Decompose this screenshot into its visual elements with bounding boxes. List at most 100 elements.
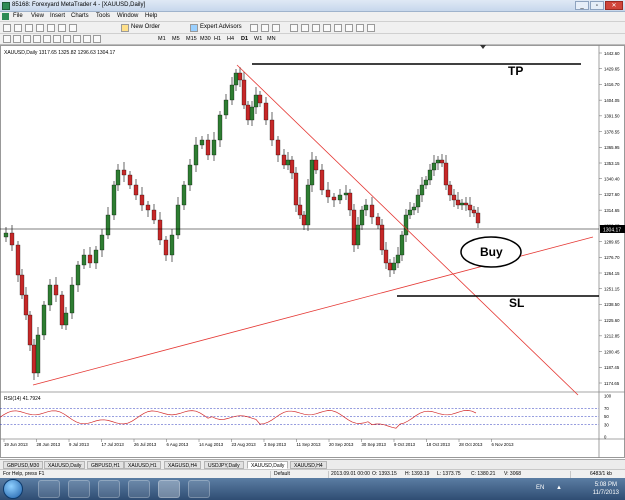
new-chart-icon[interactable] [3,24,11,32]
zoom-in-icon[interactable] [290,24,298,32]
tp-label: TP [508,64,523,78]
zoom-out-icon[interactable] [301,24,309,32]
explorer-icon[interactable] [68,480,90,498]
candle [289,159,295,174]
menu-insert[interactable]: Insert [50,13,65,19]
timeframe-m30[interactable]: M30 [200,36,211,42]
maximize-button[interactable]: ▫ [590,1,604,10]
menu-help[interactable]: Help [145,13,157,19]
status-open: O: 1393.15 [372,471,397,477]
app-icon-6[interactable] [188,480,210,498]
standard-toolbar: New Order Expert Advisors [0,22,625,34]
label-tool-icon[interactable] [83,35,91,43]
strategy-tester-icon[interactable] [69,24,77,32]
indicators-icon[interactable] [345,24,353,32]
timeframe-w1[interactable]: W1 [254,36,262,42]
tile-windows-icon[interactable] [312,24,320,32]
market-watch-icon[interactable] [25,24,33,32]
timeframe-d1[interactable]: D1 [241,36,248,42]
candle [347,192,353,211]
periods-icon[interactable] [356,24,364,32]
clock-time: 5:08 PM [594,482,618,488]
timeframe-h1[interactable]: H1 [214,36,221,42]
tab-gbpusd-m30[interactable]: GBPUSD,M30 [3,461,44,469]
bar-chart-icon[interactable] [250,24,258,32]
price-tick-label: 1340.40 [604,177,620,182]
tab-xauusd-h4[interactable]: XAUUSD,H4 [290,461,327,469]
chrome-icon[interactable] [128,480,150,498]
tab-xagusd-h4[interactable]: XAGUSD,H4 [164,461,201,469]
vertical-line-icon[interactable] [23,35,31,43]
candle [331,196,337,201]
auto-scroll-icon[interactable] [323,24,331,32]
language-indicator[interactable]: EN [536,485,544,491]
candle [257,94,263,104]
tab-usdjpy-daily[interactable]: USDJPY,Daily [204,461,244,469]
crosshair-icon[interactable] [13,35,21,43]
timeframe-mn[interactable]: MN [267,36,276,42]
candle [293,172,299,206]
timeframe-h4[interactable]: H4 [227,36,234,42]
candle [281,154,287,166]
price-tick-label: 1442.60 [604,51,620,56]
menu-charts[interactable]: Charts [71,13,89,19]
candle [175,204,181,236]
metatrader-icon[interactable] [158,480,180,498]
text-tool-icon[interactable] [73,35,81,43]
horizontal-line-icon[interactable] [33,35,41,43]
candle [463,202,469,206]
price-tick-label: 1353.15 [604,161,620,166]
tab-gbpusd-h1[interactable]: GBPUSD,H1 [87,461,124,469]
ie-icon[interactable] [38,480,60,498]
terminal-icon[interactable] [58,24,66,32]
media-player-icon[interactable] [98,480,120,498]
timeframe-m1[interactable]: M1 [158,36,166,42]
price-chart[interactable]: 1442.60 1429.65 1416.70 1404.05 1391.50 1378.… [0,45,625,458]
clock[interactable]: 5:08 PM 11/7/2013 [593,481,619,497]
chart-shift-marker[interactable] [480,45,486,49]
menu-bar: File View Insert Charts Tools Window Hel… [0,12,625,22]
data-window-icon[interactable] [36,24,44,32]
close-button[interactable]: ✕ [605,1,623,10]
candlestick-icon[interactable] [261,24,269,32]
cursor-icon[interactable] [3,35,11,43]
candle [475,212,481,224]
expert-advisors-button[interactable]: Expert Advisors [200,24,242,30]
timeframe-m15[interactable]: M15 [186,36,197,42]
line-chart-icon[interactable] [272,24,280,32]
new-order-icon[interactable] [121,24,129,32]
arrows-tool-icon[interactable] [93,35,101,43]
timeframe-m5[interactable]: M5 [172,36,180,42]
start-button[interactable] [3,479,23,499]
new-order-button[interactable]: New Order [131,24,160,30]
trendline-resistance[interactable] [236,64,579,396]
channel-icon[interactable] [53,35,61,43]
profiles-icon[interactable] [14,24,22,32]
menu-window[interactable]: Window [117,13,138,19]
candle [269,119,275,141]
candle [467,204,473,211]
menu-tools[interactable]: Tools [96,13,110,19]
navigator-icon[interactable] [47,24,55,32]
chart-window-icon[interactable] [2,13,9,20]
fibonacci-icon[interactable] [63,35,71,43]
templates-icon[interactable] [367,24,375,32]
tab-xauusd-daily-1[interactable]: XAUUSD,Daily [44,461,86,469]
tab-xauusd-h1[interactable]: XAUUSD,H1 [124,461,161,469]
candle [395,254,401,264]
candle [263,102,269,121]
chart-shift-icon[interactable] [334,24,342,32]
candle [419,184,425,196]
trendline-icon[interactable] [43,35,51,43]
candle [355,224,361,246]
menu-file[interactable]: File [13,13,23,19]
windows-taskbar: EN ▲ 5:08 PM 11/7/2013 [0,478,625,500]
tab-xauusd-daily-active[interactable]: XAUUSD,Daily [247,461,289,469]
candle [75,264,81,286]
expert-advisors-icon[interactable] [190,24,198,32]
menu-view[interactable]: View [31,13,44,19]
tray-flag-icon[interactable]: ▲ [556,485,562,491]
minimize-button[interactable]: _ [575,1,589,10]
candle [297,204,303,216]
price-tick-label: 1327.60 [604,192,620,197]
